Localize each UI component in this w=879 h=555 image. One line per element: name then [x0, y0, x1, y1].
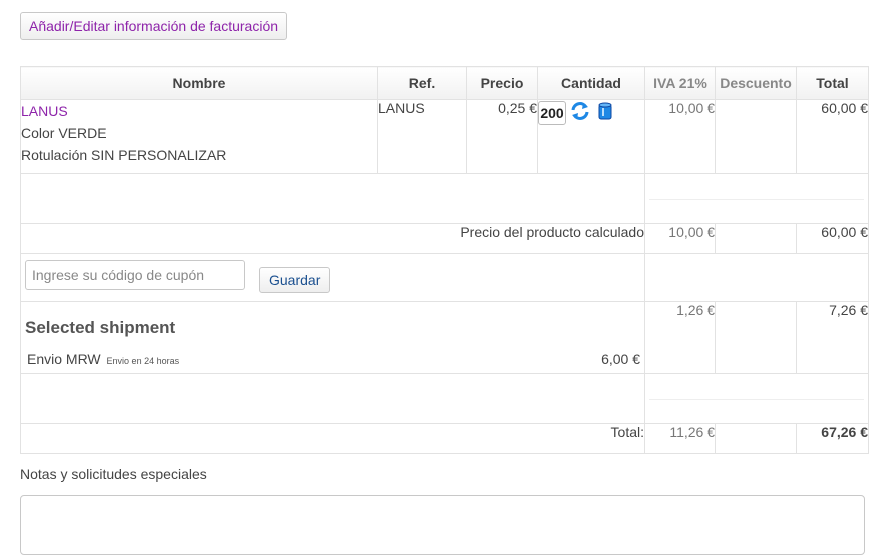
product-name-cell: LANUS Color VERDE Rotulación SIN PERSONA… — [20, 99, 378, 174]
refresh-icon[interactable] — [569, 100, 591, 125]
header-total: Total — [796, 66, 869, 100]
product-quantity-cell: 200 — [537, 99, 645, 174]
header-ref: Ref. — [377, 66, 467, 100]
shipment-total: 7,26 € — [796, 301, 869, 374]
edit-billing-info-button[interactable]: Añadir/Editar información de facturación — [20, 12, 288, 40]
trash-icon[interactable] — [597, 101, 613, 124]
product-subtotal-row: Precio del producto calculado 10,00 € 60… — [20, 223, 869, 254]
shipment-price: 6,00 € — [601, 351, 640, 367]
grand-total-amount: 67,26 € — [796, 423, 869, 454]
quantity-input[interactable]: 200 — [538, 100, 566, 125]
product-attribute-color: Color VERDE — [21, 125, 107, 141]
grand-total-row: Total: 11,26 € 67,26 € — [20, 423, 869, 454]
header-price: Precio — [466, 66, 538, 100]
coupon-input[interactable] — [25, 260, 245, 290]
product-price: 0,25 € — [466, 99, 538, 174]
notes-label: Notas y solicitudes especiales — [20, 466, 207, 482]
product-tax: 10,00 € — [644, 99, 716, 174]
save-coupon-button[interactable]: Guardar — [259, 267, 331, 293]
table-header-row: Nombre Ref. Precio Cantidad IVA 21% Desc… — [20, 66, 869, 100]
grand-total-tax: 11,26 € — [644, 423, 716, 454]
shipment-method: Envio MRW Envio en 24 horas — [27, 351, 180, 367]
table-row: LANUS Color VERDE Rotulación SIN PERSONA… — [20, 99, 869, 174]
product-ref: LANUS — [377, 99, 467, 174]
shipment-tax: 1,26 € — [644, 301, 716, 374]
shipment-title: Selected shipment — [25, 318, 176, 337]
header-tax: IVA 21% — [644, 66, 716, 100]
shipment-method-note: Envio en 24 horas — [106, 356, 180, 366]
product-attribute-label: Rotulación SIN PERSONALIZAR — [21, 147, 227, 163]
header-name: Nombre — [20, 66, 378, 100]
product-link[interactable]: LANUS — [21, 100, 377, 122]
table-spacer-row — [20, 173, 869, 224]
grand-total-label: Total: — [20, 423, 645, 454]
product-discount — [715, 99, 797, 174]
product-subtotal-label: Precio del producto calculado — [20, 223, 645, 254]
product-total: 60,00 € — [796, 99, 869, 174]
product-subtotal-total: 60,00 € — [796, 223, 869, 254]
cart-table: Nombre Ref. Precio Cantidad IVA 21% Desc… — [20, 66, 869, 454]
shipment-row: Selected shipment Envio MRW Envio en 24 … — [20, 301, 869, 374]
table-spacer-row — [20, 373, 869, 424]
notes-textarea[interactable] — [20, 495, 865, 555]
product-subtotal-tax: 10,00 € — [644, 223, 716, 254]
coupon-row: Guardar — [20, 253, 869, 302]
header-quantity: Cantidad — [537, 66, 645, 100]
header-discount: Descuento — [715, 66, 797, 100]
